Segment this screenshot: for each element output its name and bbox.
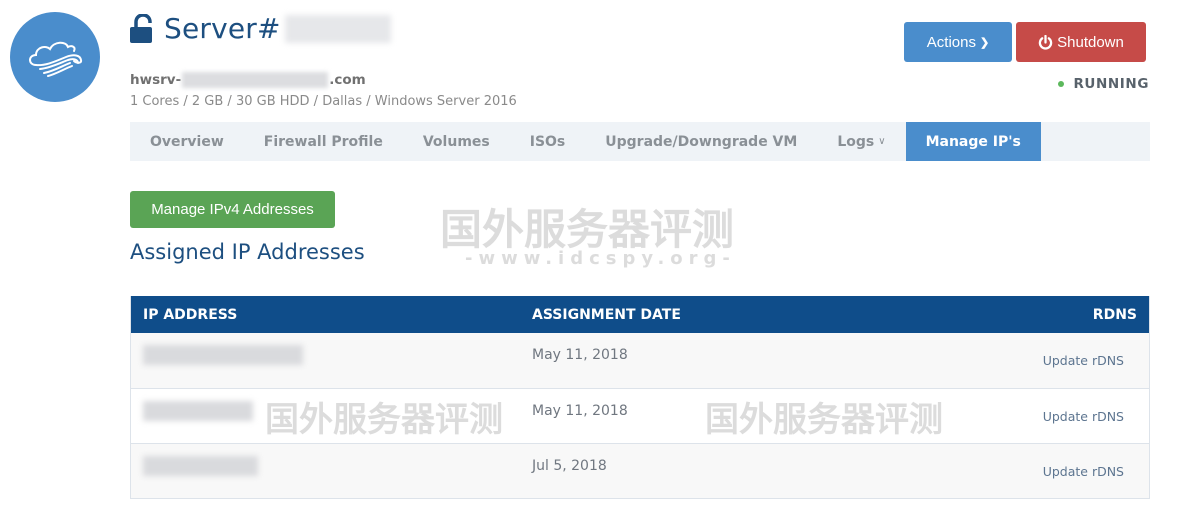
assignment-date: May 11, 2018 xyxy=(532,347,628,363)
server-specs: 1 Cores / 2 GB / 30 GB HDD / Dallas / Wi… xyxy=(130,94,517,109)
chevron-down-icon: ❯ xyxy=(979,36,990,49)
table-body: May 11, 2018 Update rDNS May 11, 2018 Up… xyxy=(131,333,1149,498)
shutdown-button[interactable]: Shutdown xyxy=(1016,22,1146,62)
tab-isos[interactable]: ISOs xyxy=(510,122,586,161)
tab-label: ISOs xyxy=(529,133,566,150)
table-row: May 11, 2018 Update rDNS xyxy=(131,333,1149,388)
server-title-row: Server# xyxy=(130,12,391,45)
shutdown-label: Shutdown xyxy=(1057,33,1124,51)
redacted-ip-address xyxy=(143,456,258,476)
column-header-assignment-date: ASSIGNMENT DATE xyxy=(532,306,681,323)
server-status: RUNNING xyxy=(1058,76,1149,92)
update-rdns-link[interactable]: Update rDNS xyxy=(1043,409,1124,424)
tab-label: Volumes xyxy=(422,133,490,150)
tab-label: Overview xyxy=(150,133,224,150)
tab-volumes[interactable]: Volumes xyxy=(403,122,510,161)
tab-label: Logs xyxy=(837,133,875,150)
tab-manage-ips[interactable]: Manage IP's xyxy=(905,122,1041,161)
redacted-server-id xyxy=(284,14,391,43)
redacted-ip-address xyxy=(143,401,253,421)
table-header: IP ADDRESS ASSIGNMENT DATE RDNS xyxy=(131,296,1149,333)
table-row: Jul 5, 2018 Update rDNS xyxy=(131,443,1149,498)
assignment-date: Jul 5, 2018 xyxy=(532,458,607,474)
section-title: Assigned IP Addresses xyxy=(130,240,365,264)
chevron-down-icon: ∨ xyxy=(878,136,886,147)
tab-logs[interactable]: Logs ∨ xyxy=(817,122,905,161)
status-dot-icon xyxy=(1058,81,1065,87)
cloud-wind-icon xyxy=(29,41,83,77)
hostname-prefix: hwsrv- xyxy=(130,72,182,88)
tab-overview[interactable]: Overview xyxy=(130,122,244,161)
tab-label: Firewall Profile xyxy=(263,133,383,150)
tab-firewall-profile[interactable]: Firewall Profile xyxy=(244,122,403,161)
company-logo xyxy=(10,12,100,102)
watermark-text: 国外服务器评测 xyxy=(440,205,735,254)
actions-dropdown-button[interactable]: Actions ❯ xyxy=(904,22,1012,62)
unlocked-padlock-icon xyxy=(130,13,152,43)
server-title: Server# xyxy=(164,12,281,45)
update-rdns-link[interactable]: Update rDNS xyxy=(1043,353,1124,368)
redacted-ip-address xyxy=(143,345,303,365)
manage-ipv4-addresses-button[interactable]: Manage IPv4 Addresses xyxy=(130,191,335,228)
status-text: RUNNING xyxy=(1073,76,1149,92)
assigned-ip-table: IP ADDRESS ASSIGNMENT DATE RDNS May 11, … xyxy=(130,296,1150,499)
tab-upgrade-downgrade-vm[interactable]: Upgrade/Downgrade VM xyxy=(585,122,817,161)
tab-label: Manage IP's xyxy=(925,133,1021,150)
server-tabs: Overview Firewall Profile Volumes ISOs U… xyxy=(130,122,1150,161)
power-icon xyxy=(1038,34,1053,50)
column-header-rdns: RDNS xyxy=(1092,306,1137,323)
table-row: May 11, 2018 Update rDNS xyxy=(131,388,1149,443)
server-hostname: hwsrv- .com xyxy=(130,72,366,88)
actions-label: Actions xyxy=(926,33,976,51)
watermark-url: -www.idcspy.org- xyxy=(465,248,736,269)
tab-label: Upgrade/Downgrade VM xyxy=(605,133,798,150)
update-rdns-link[interactable]: Update rDNS xyxy=(1043,464,1124,479)
assignment-date: May 11, 2018 xyxy=(532,403,628,419)
column-header-ip-address: IP ADDRESS xyxy=(143,306,238,323)
redacted-hostname xyxy=(182,72,329,88)
hostname-suffix: .com xyxy=(329,72,366,88)
